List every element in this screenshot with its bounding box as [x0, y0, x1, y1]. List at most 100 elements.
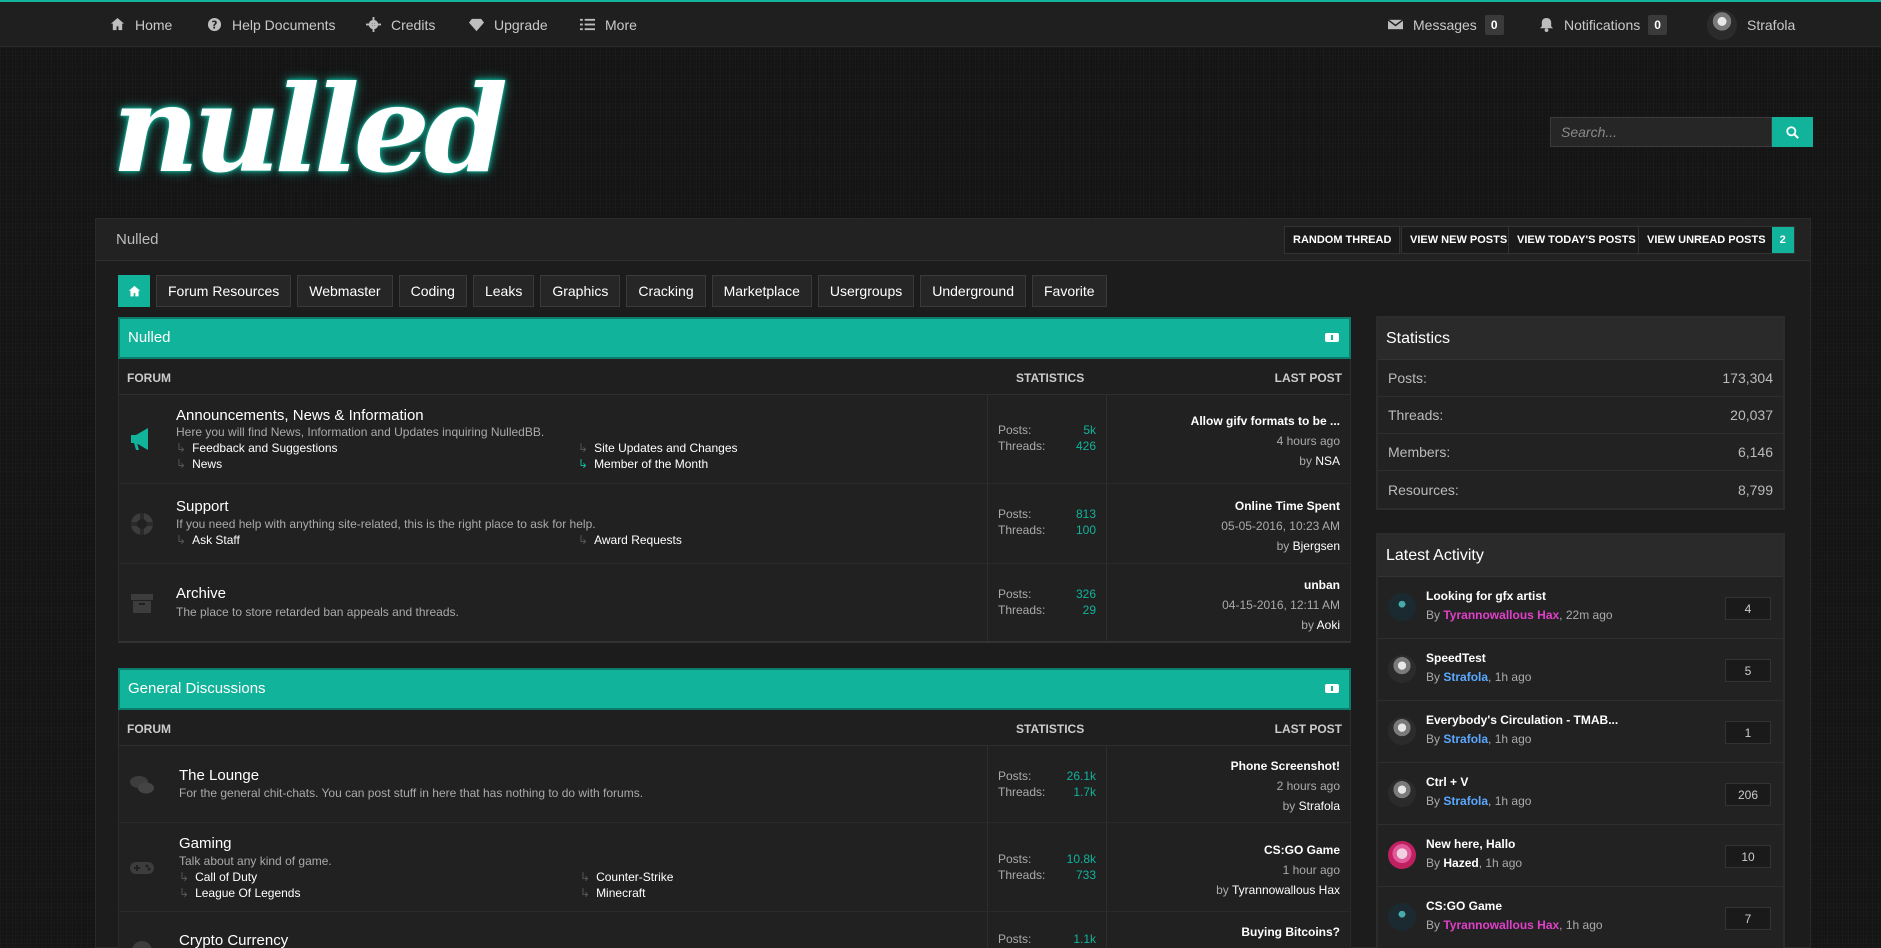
subforum-link[interactable]: Member of the Month: [578, 457, 708, 471]
user-avatar[interactable]: [1388, 903, 1416, 931]
nav-home[interactable]: Home: [110, 2, 172, 47]
nav-upgrade[interactable]: Upgrade: [469, 2, 548, 47]
nav-messages[interactable]: Messages 0: [1388, 2, 1504, 47]
tab-cracking[interactable]: Cracking: [626, 275, 706, 307]
nav-messages-label: Messages: [1413, 16, 1477, 33]
subforum-link[interactable]: Feedback and Suggestions: [176, 441, 337, 455]
collapse-toggle-icon[interactable]: [1325, 684, 1339, 693]
last-post-user[interactable]: Strafola: [1299, 799, 1340, 813]
forum-title[interactable]: Support: [176, 498, 229, 515]
tab-usergroups[interactable]: Usergroups: [817, 275, 915, 307]
user-avatar[interactable]: [1388, 655, 1416, 683]
tab-forum-resources[interactable]: Forum Resources: [156, 275, 292, 307]
stat-value: 8,799: [1737, 481, 1773, 498]
search-button[interactable]: [1772, 117, 1813, 147]
last-post-title[interactable]: Buying Bitcoins?: [1241, 925, 1340, 939]
last-post-user[interactable]: Aoki: [1317, 618, 1340, 632]
stat-value: 173,304: [1722, 370, 1773, 386]
search-input[interactable]: [1550, 117, 1772, 147]
subforum-link[interactable]: News: [176, 457, 222, 471]
subforum-link[interactable]: Counter-Strike: [580, 870, 673, 884]
tab-marketplace[interactable]: Marketplace: [711, 275, 812, 307]
last-post-title[interactable]: Online Time Spent: [1235, 499, 1340, 513]
site-logo[interactable]: nulled: [112, 70, 508, 190]
forum-title[interactable]: The Lounge: [179, 767, 259, 784]
activity-thread-title[interactable]: SpeedTest: [1426, 651, 1486, 665]
subforum-link[interactable]: League Of Legends: [179, 886, 300, 900]
threads-label: Threads:: [998, 439, 1046, 453]
forum-row: The Lounge For the general chit-chats. Y…: [118, 746, 1351, 823]
view-unread-posts-button[interactable]: VIEW UNREAD POSTS 2: [1638, 226, 1795, 254]
nav-user-menu[interactable]: Strafola: [1707, 2, 1795, 47]
activity-user[interactable]: Tyrannowallous Hax: [1443, 608, 1559, 622]
collapse-toggle-icon[interactable]: [1325, 333, 1339, 342]
activity-time: , 1h ago: [1488, 794, 1532, 808]
activity-list: Looking for gfx artist By Tyrannowallous …: [1378, 577, 1783, 948]
stat-value: 6,146: [1737, 444, 1773, 460]
last-post: Online Time Spent 05-05-2016, 10:23 AM b…: [1221, 498, 1340, 553]
activity-thread-title[interactable]: CS:GO Game: [1426, 899, 1502, 913]
by-label: By: [1426, 794, 1441, 808]
tab-coding[interactable]: Coding: [398, 275, 467, 307]
view-todays-posts-button[interactable]: VIEW TODAY'S POSTS: [1508, 226, 1645, 254]
activity-user[interactable]: Strafola: [1443, 670, 1488, 684]
user-avatar[interactable]: [1388, 841, 1416, 869]
activity-user[interactable]: Strafola: [1443, 732, 1488, 746]
search-box: [1550, 117, 1813, 147]
activity-item[interactable]: Looking for gfx artist By Tyrannowallous …: [1378, 577, 1783, 639]
section-title[interactable]: Nulled: [128, 329, 171, 346]
category-tabs: Forum Resources Webmaster Coding Leaks G…: [118, 275, 1113, 307]
subforum-link[interactable]: Award Requests: [578, 533, 682, 547]
forum-title[interactable]: Crypto Currency: [179, 932, 288, 948]
bell-icon: [1539, 17, 1554, 32]
activity-user[interactable]: Hazed: [1443, 856, 1478, 870]
forum-title[interactable]: Announcements, News & Information: [176, 407, 424, 424]
column-headers: FORUM STATISTICS LAST POST: [118, 710, 1351, 746]
activity-item[interactable]: Ctrl + V By Strafola, 1h ago 206: [1378, 763, 1783, 825]
last-post-title[interactable]: unban: [1304, 578, 1340, 592]
subforum-link[interactable]: Site Updates and Changes: [578, 441, 737, 455]
last-post-title[interactable]: Phone Screenshot!: [1231, 759, 1340, 773]
reply-count: 4: [1725, 597, 1771, 620]
last-post-title[interactable]: CS:GO Game: [1264, 843, 1340, 857]
tab-graphics[interactable]: Graphics: [540, 275, 621, 307]
activity-item[interactable]: Everybody's Circulation - TMAB... By Stra…: [1378, 701, 1783, 763]
last-post-title[interactable]: Allow gifv formats to be ...: [1191, 414, 1340, 428]
user-avatar[interactable]: [1388, 717, 1416, 745]
user-avatar[interactable]: [1388, 779, 1416, 807]
tab-home[interactable]: [118, 275, 150, 307]
activity-thread-title[interactable]: Everybody's Circulation - TMAB...: [1426, 713, 1618, 727]
subforum-link[interactable]: Call of Duty: [179, 870, 257, 884]
forum-title[interactable]: Archive: [176, 585, 226, 602]
view-new-posts-button[interactable]: VIEW NEW POSTS: [1401, 226, 1517, 254]
section-title[interactable]: General Discussions: [128, 680, 266, 697]
tab-favorite[interactable]: Favorite: [1031, 275, 1107, 307]
nav-help-documents[interactable]: ? Help Documents: [207, 2, 336, 47]
col-last-post: LAST POST: [1274, 371, 1342, 385]
latest-activity-panel: Latest Activity Looking for gfx artist By…: [1376, 533, 1785, 948]
last-post-date: 4 hours ago: [1276, 434, 1340, 448]
last-post-user[interactable]: Bjergsen: [1293, 539, 1340, 553]
subforum-link[interactable]: Minecraft: [580, 886, 645, 900]
breadcrumb[interactable]: Nulled: [116, 231, 159, 248]
subforum-link[interactable]: Ask Staff: [176, 533, 240, 547]
activity-user[interactable]: Strafola: [1443, 794, 1488, 808]
tab-underground[interactable]: Underground: [920, 275, 1026, 307]
last-post-user[interactable]: NSA: [1315, 454, 1340, 468]
activity-thread-title[interactable]: Looking for gfx artist: [1426, 589, 1546, 603]
activity-item[interactable]: SpeedTest By Strafola, 1h ago 5: [1378, 639, 1783, 701]
activity-user[interactable]: Tyrannowallous Hax: [1443, 918, 1559, 932]
last-post-user[interactable]: Tyrannowallous Hax: [1232, 883, 1340, 897]
activity-item[interactable]: New here, Hallo By Hazed, 1h ago 10: [1378, 825, 1783, 887]
activity-thread-title[interactable]: New here, Hallo: [1426, 837, 1515, 851]
activity-thread-title[interactable]: Ctrl + V: [1426, 775, 1468, 789]
nav-notifications[interactable]: Notifications 0: [1539, 2, 1667, 47]
tab-webmaster[interactable]: Webmaster: [297, 275, 393, 307]
random-thread-button[interactable]: RANDOM THREAD: [1284, 226, 1401, 254]
activity-item[interactable]: CS:GO Game By Tyrannowallous Hax, 1h ago 7: [1378, 887, 1783, 948]
nav-credits[interactable]: Credits: [366, 2, 435, 47]
tab-leaks[interactable]: Leaks: [472, 275, 535, 307]
user-avatar[interactable]: [1388, 593, 1416, 621]
nav-more[interactable]: More: [580, 2, 637, 47]
forum-title[interactable]: Gaming: [179, 835, 232, 852]
